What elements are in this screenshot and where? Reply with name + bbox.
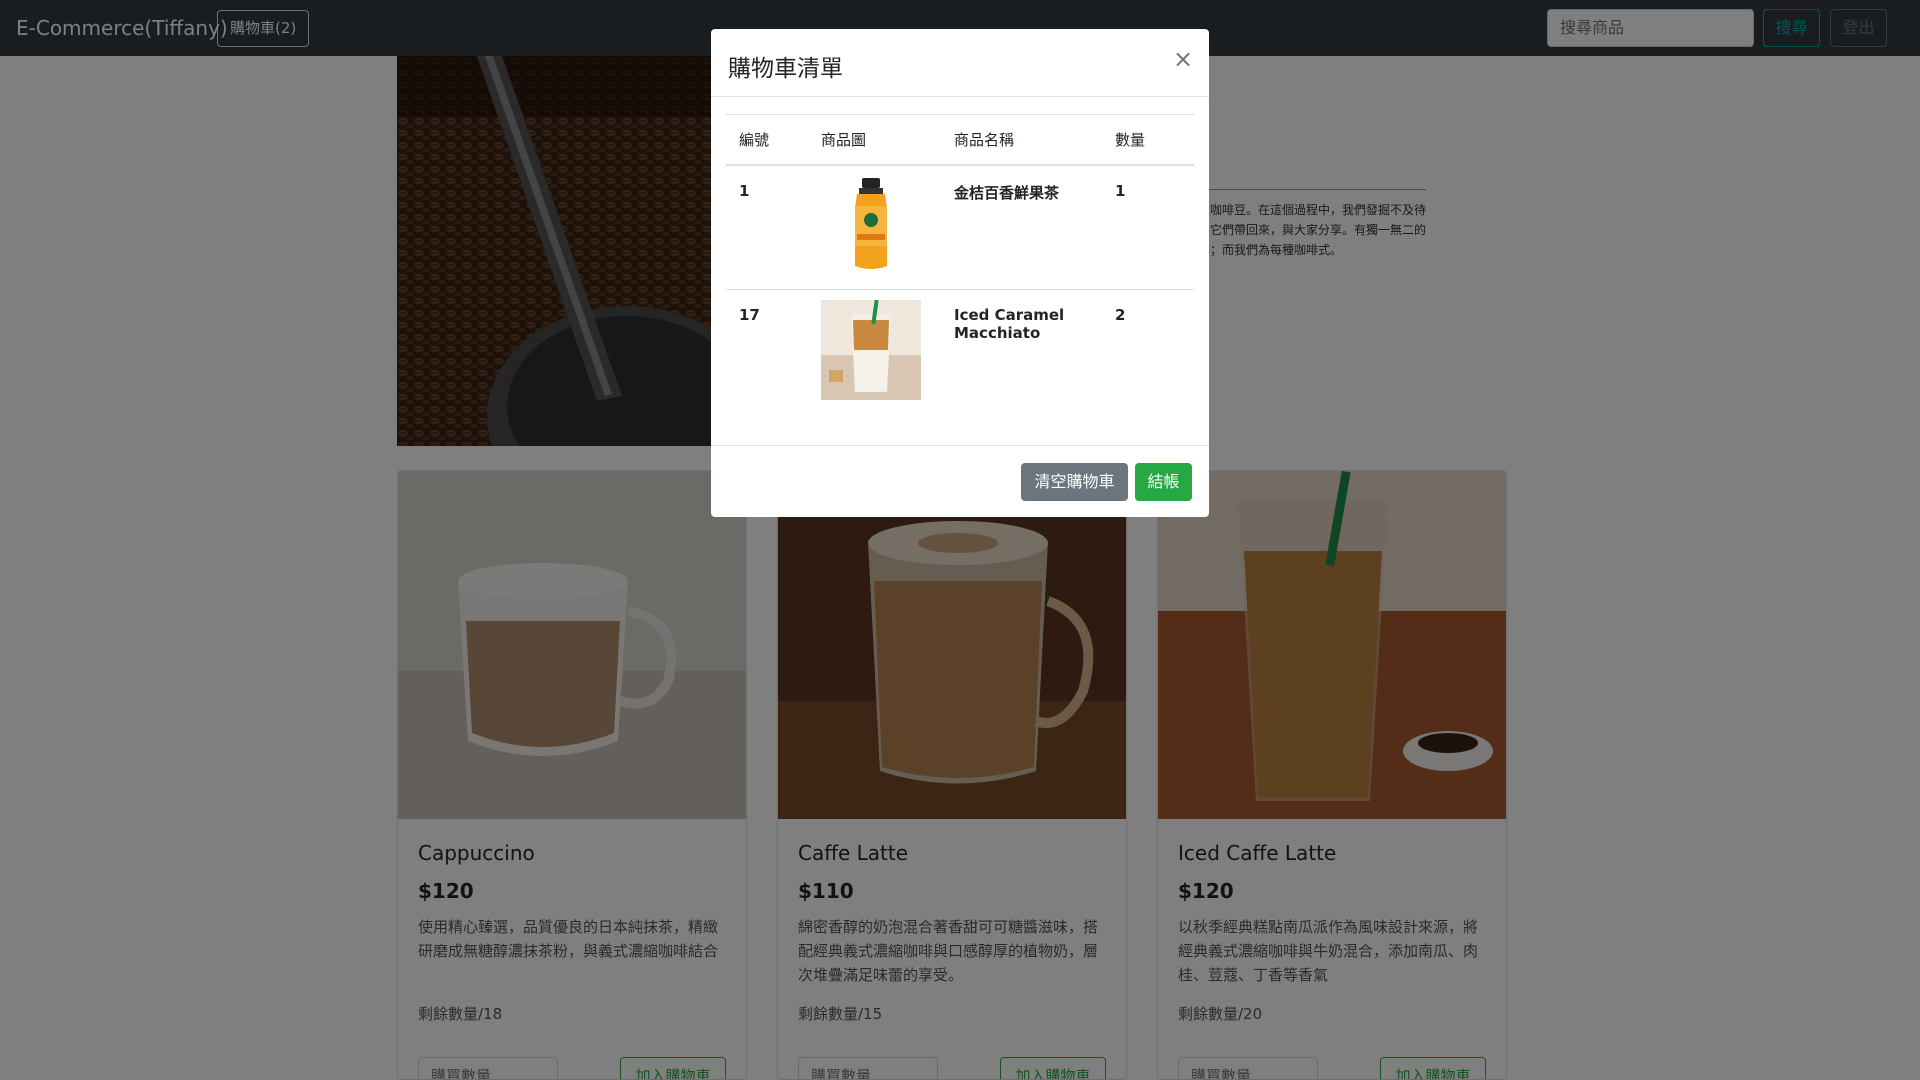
row-qty: 2 [1115,306,1126,324]
modal-header: 購物車清單 × [711,29,1209,97]
row-image [808,290,941,415]
table-row: 1 金桔百香鮮果茶 1 [726,164,1194,290]
juice-bottle-icon [855,177,887,269]
header-qty: 數量 [1102,114,1194,166]
modal-body: 編號 商品圖 商品名稱 數量 1 金桔百香鮮果茶 1 17 Iced Caram… [711,97,1209,475]
clear-cart-button[interactable]: 清空購物車 [1021,463,1128,501]
row-qty: 1 [1102,164,1194,290]
table-row: 17 Iced Caramel Macchiato 2 [726,290,1194,415]
row-name: 金桔百香鮮果茶 [941,164,1102,290]
close-icon[interactable]: × [1173,45,1193,73]
row-name: Iced Caramel Macchiato [954,306,1065,342]
cart-modal: 購物車清單 × 編號 商品圖 商品名稱 數量 1 金桔百香鮮果茶 1 17 Ic… [711,29,1209,517]
header-id: 編號 [726,114,808,166]
row-id: 17 [739,306,760,324]
header-image: 商品圖 [808,114,941,166]
modal-title: 購物車清單 [728,56,843,82]
table-header-row: 編號 商品圖 商品名稱 數量 [726,114,1194,166]
row-id: 1 [726,164,808,290]
modal-footer: 清空購物車 結帳 [711,445,1209,517]
cart-table: 編號 商品圖 商品名稱 數量 1 金桔百香鮮果茶 1 17 Iced Caram… [726,114,1194,415]
header-name: 商品名稱 [941,114,1102,166]
iced-drink-icon [821,299,921,400]
row-image [808,164,941,290]
checkout-button[interactable]: 結帳 [1135,463,1192,501]
